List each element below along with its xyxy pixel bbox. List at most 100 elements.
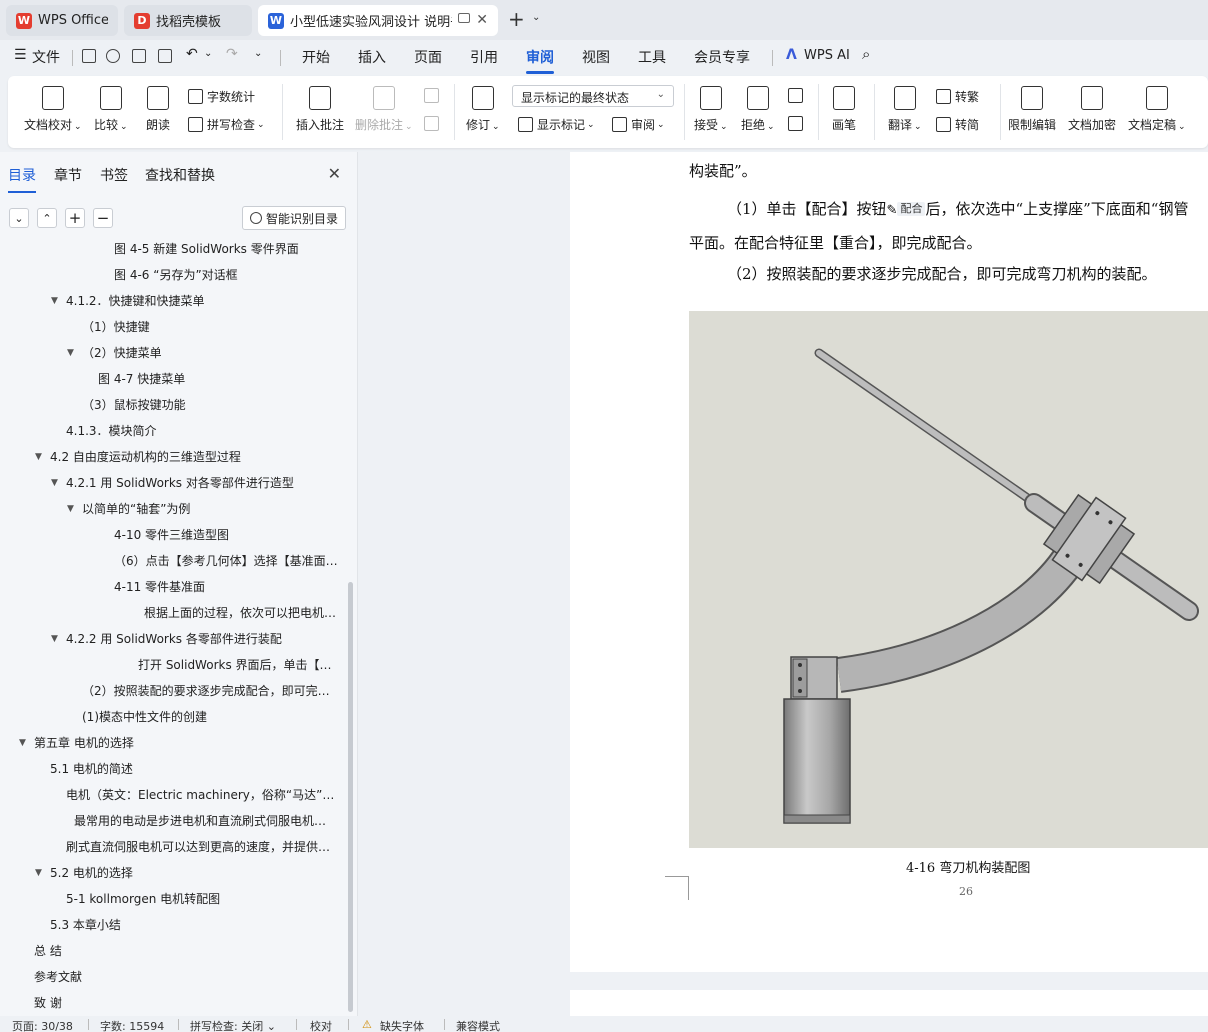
tab-wps-office[interactable]: W WPS Office <box>6 5 118 36</box>
expand-toggle-icon[interactable]: ▼ <box>35 446 42 468</box>
tab-chapters[interactable]: 章节 <box>54 165 82 185</box>
read-aloud-button[interactable]: 朗读 <box>146 86 170 133</box>
toc-item[interactable]: 图 4-7 快捷菜单 <box>98 368 338 390</box>
insert-comment-button[interactable]: 插入批注 <box>296 86 344 133</box>
translate-button[interactable]: 翻译 ⌄ <box>888 86 922 133</box>
collapse-down-button[interactable]: ⌄ <box>9 208 29 228</box>
toc-item[interactable]: 根据上面的过程，依次可以把电机座等其他零件画出 <box>144 602 338 624</box>
menu-review[interactable]: 审阅 <box>526 47 554 74</box>
toc-item[interactable]: （2）快捷菜单 <box>82 342 338 364</box>
toc-item[interactable]: 4-10 零件三维造型图 <box>114 524 338 546</box>
toc-item[interactable]: (1)模态中性文件的创建 <box>82 706 338 728</box>
redo-icon[interactable]: ↷ <box>226 46 238 62</box>
toc-item[interactable]: 打开 SolidWorks 界面后，单击【新建】 <box>138 654 338 676</box>
toc-item[interactable]: （1）快捷键 <box>82 316 338 338</box>
undo-icon[interactable]: ↶ <box>186 46 198 62</box>
menu-reference[interactable]: 引用 <box>470 47 498 67</box>
track-changes-button[interactable]: 修订 ⌄ <box>466 86 500 133</box>
chevron-down-icon[interactable]: ⌄ <box>532 12 540 23</box>
delete-comment-button[interactable]: 删除批注 ⌄ <box>355 86 413 133</box>
previous-change-icon[interactable] <box>788 88 807 103</box>
toc-item[interactable]: （2）按照装配的要求逐步完成配合，即可完成弯刀机构 <box>82 680 338 702</box>
monitor-icon[interactable] <box>458 13 470 23</box>
to-traditional-button[interactable]: 转繁 <box>936 88 979 105</box>
menu-page[interactable]: 页面 <box>414 47 442 67</box>
page-indicator[interactable]: 页面: 30/38 <box>12 1018 73 1032</box>
expand-toggle-icon[interactable]: ▼ <box>67 342 74 364</box>
next-comment-icon[interactable] <box>424 116 443 131</box>
encrypt-button[interactable]: 文档加密 <box>1068 86 1116 133</box>
compare-button[interactable]: 比较 ⌄ <box>94 86 128 133</box>
new-tab-icon[interactable]: + <box>508 9 525 29</box>
previous-comment-icon[interactable] <box>424 88 443 103</box>
reject-button[interactable]: 拒绝 ⌄ <box>741 86 775 133</box>
toc-item[interactable]: 4.2 自由度运动机构的三维造型过程 <box>50 446 338 468</box>
toc-item[interactable]: （6）点击【参考几何体】选择【基准面】，选择 <box>114 550 338 572</box>
menu-file[interactable]: 文件 <box>32 47 60 67</box>
proofread-button[interactable]: 文档校对 ⌄ <box>24 86 82 133</box>
toc-item[interactable]: 刷式直流伺服电机可以达到更高的速度，并提供平滑 <box>66 836 338 858</box>
tab-bookmarks[interactable]: 书签 <box>100 165 128 185</box>
toc-item[interactable]: 5.2 电机的选择 <box>50 862 338 884</box>
toc-item[interactable]: 最常用的电动是步进电机和直流刷式伺服电机。步进 <box>74 810 338 832</box>
ai-toc-button[interactable]: 智能识别目录 <box>242 206 346 230</box>
tab-docer[interactable]: D 找稻壳模板 <box>124 5 252 36</box>
finalize-button[interactable]: 文档定稿 ⌄ <box>1128 86 1186 133</box>
toc-item[interactable]: 以简单的“轴套”为例 <box>82 498 338 520</box>
show-markup-button[interactable]: 显示标记 ⌄ <box>518 116 595 133</box>
expand-toggle-icon[interactable]: ▼ <box>51 628 58 650</box>
menu-insert[interactable]: 插入 <box>358 47 386 67</box>
toc-item[interactable]: 总 结 <box>34 940 338 962</box>
remove-heading-button[interactable]: − <box>93 208 113 228</box>
print-preview-icon[interactable] <box>158 49 172 63</box>
toc-item[interactable]: 参考文献 <box>34 966 338 988</box>
toc-item[interactable]: 4.1.3．模块简介 <box>66 420 338 442</box>
toc-item[interactable]: 图 4-5 新建 SolidWorks 零件界面 <box>114 238 338 260</box>
chevron-down-icon[interactable]: ⌄ <box>204 48 212 59</box>
toc-item[interactable]: 4-11 零件基准面 <box>114 576 338 598</box>
markup-state-select[interactable]: 显示标记的最终状态 ⌄ <box>512 85 674 107</box>
expand-toggle-icon[interactable]: ▼ <box>67 498 74 520</box>
wps-ai-icon[interactable]: ᐱ <box>786 47 797 63</box>
spell-check-indicator[interactable]: 拼写检查: 关闭 ⌄ <box>190 1018 276 1032</box>
tab-document[interactable]: W 小型低速实验风洞设计 说明书 ✕ <box>258 5 498 36</box>
toc-item[interactable]: 图 4-6 “另存为”对话框 <box>114 264 338 286</box>
restrict-edit-button[interactable]: 限制编辑 <box>1008 86 1056 133</box>
pen-button[interactable]: 画笔 <box>832 86 856 133</box>
toc-item[interactable]: 4.2.1 用 SolidWorks 对各零部件进行造型 <box>66 472 338 494</box>
spell-check-button[interactable]: 拼写检查 ⌄ <box>188 116 265 133</box>
menu-member[interactable]: 会员专享 <box>694 47 750 67</box>
word-count-button[interactable]: 字数统计 <box>188 88 255 105</box>
menu-tools[interactable]: 工具 <box>638 47 666 67</box>
tab-toc[interactable]: 目录 <box>8 165 36 193</box>
export-icon[interactable] <box>106 49 120 63</box>
toc-item[interactable]: 4.2.2 用 SolidWorks 各零部件进行装配 <box>66 628 338 650</box>
expand-toggle-icon[interactable]: ▼ <box>51 290 58 312</box>
scrollbar[interactable] <box>348 582 353 1012</box>
next-change-icon[interactable] <box>788 116 807 131</box>
menu-view[interactable]: 视图 <box>582 47 610 67</box>
toc-item[interactable]: 5.1 电机的简述 <box>50 758 338 780</box>
to-simplified-button[interactable]: 转简 <box>936 116 979 133</box>
toc-item[interactable]: 5.3 本章小结 <box>50 914 338 936</box>
toc-item[interactable]: 电机（英文：Electric machinery，俗称“马达”）是指 <box>66 784 338 806</box>
toc-item[interactable]: 第五章 电机的选择 <box>34 732 338 754</box>
hamburger-menu-icon[interactable]: ☰ <box>14 47 27 63</box>
toc-item[interactable]: 5-1 kollmorgen 电机转配图 <box>66 888 338 910</box>
close-icon[interactable]: ✕ <box>328 164 341 183</box>
expand-toggle-icon[interactable]: ▼ <box>35 862 42 884</box>
toc-item[interactable]: 致 谢 <box>34 992 338 1014</box>
missing-font-indicator[interactable]: 缺失字体 <box>380 1018 424 1032</box>
close-tab-icon[interactable]: ✕ <box>476 12 488 28</box>
menu-start[interactable]: 开始 <box>302 47 330 67</box>
print-icon[interactable] <box>132 49 146 63</box>
expand-toggle-icon[interactable]: ▼ <box>19 732 26 754</box>
expand-toggle-icon[interactable]: ▼ <box>51 472 58 494</box>
word-count-indicator[interactable]: 字数: 15594 <box>100 1018 164 1032</box>
chevron-down-icon[interactable]: ⌄ <box>254 48 262 59</box>
accept-button[interactable]: 接受 ⌄ <box>694 86 728 133</box>
tab-find-replace[interactable]: 查找和替换 <box>145 165 215 185</box>
toc-item[interactable]: 4.1.2．快捷键和快捷菜单 <box>66 290 338 312</box>
proof-indicator[interactable]: 校对 <box>310 1018 332 1032</box>
search-icon[interactable]: ⌕ <box>862 45 870 63</box>
